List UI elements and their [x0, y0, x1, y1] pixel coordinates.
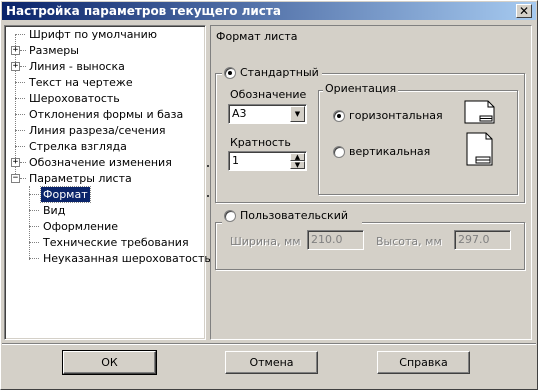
portrait-sheet-icon — [464, 132, 496, 166]
bottom-separator — [2, 343, 536, 345]
expand-plus-icon[interactable]: + — [11, 158, 20, 167]
format-panel: Формат листа Стандартный Обозначение А3 … — [210, 25, 532, 340]
tree-item-label: Оформление — [43, 220, 118, 233]
horizontal-radio[interactable]: горизонтальная — [331, 108, 461, 124]
spin-up-icon[interactable]: ▲ — [290, 153, 305, 161]
tree-item-label: Технические требования — [43, 236, 189, 249]
tree-item-label: Размеры — [29, 44, 79, 57]
section-title: Формат листа — [216, 30, 298, 43]
spin-down-icon[interactable]: ▼ — [290, 161, 305, 169]
tree-item-label: Формат — [40, 186, 91, 203]
tree-item-label: Линия разреза/сечения — [29, 124, 166, 137]
tree-item-label: Линия - выноска — [29, 60, 125, 73]
tree-item-label: Шрифт по умолчанию — [29, 28, 158, 41]
height-field[interactable]: 297.0 — [454, 230, 511, 250]
ok-button[interactable]: ОК — [62, 350, 157, 375]
radio-dot-icon — [228, 71, 232, 75]
tree-line — [29, 210, 39, 211]
settings-tree[interactable]: Шрифт по умолчанию + Размеры + Линия - в… — [4, 25, 211, 340]
landscape-sheet-icon — [464, 98, 496, 126]
tree-line — [15, 114, 25, 115]
designation-label: Обозначение — [230, 88, 307, 101]
tree-line — [15, 34, 25, 35]
window-title: Настройка параметров текущего листа — [6, 4, 281, 18]
custom-radio[interactable]: Пользовательский — [222, 208, 362, 224]
tree-line — [20, 178, 26, 179]
cancel-button[interactable]: Отмена — [225, 351, 318, 374]
close-icon: ✕ — [518, 4, 530, 18]
splitter-grip — [207, 195, 209, 197]
tree-line — [15, 130, 25, 131]
tree-line — [15, 82, 25, 83]
standard-label: Стандартный — [240, 66, 319, 79]
width-label: Ширина, мм — [230, 235, 301, 248]
multiplicity-spinner[interactable]: 1 ▲ ▼ — [228, 151, 307, 171]
expand-plus-icon[interactable]: + — [11, 62, 20, 71]
tree-item-label: Неуказанная шероховатость — [43, 252, 211, 265]
tree-line — [15, 98, 25, 99]
multiplicity-label: Кратность — [230, 136, 291, 149]
tree-item-label: Вид — [43, 204, 66, 217]
close-button[interactable]: ✕ — [516, 4, 532, 18]
orientation-label: Ориентация — [323, 82, 399, 95]
tree-line — [20, 66, 26, 67]
horizontal-label: горизонтальная — [349, 109, 443, 122]
standard-radio-button[interactable] — [224, 67, 236, 79]
custom-label: Пользовательский — [240, 209, 348, 222]
help-button[interactable]: Справка — [377, 351, 470, 374]
horizontal-radio-button[interactable] — [333, 110, 345, 122]
chevron-down-icon[interactable]: ▼ — [290, 106, 305, 122]
tree-line — [29, 226, 39, 227]
width-field[interactable]: 210.0 — [307, 230, 364, 250]
splitter-grip — [207, 165, 209, 167]
tree-line — [29, 194, 39, 195]
tree-item-label: Шероховатость — [29, 92, 120, 105]
vertical-label: вертикальная — [349, 145, 431, 158]
expand-plus-icon[interactable]: + — [11, 46, 20, 55]
radio-dot-icon — [337, 114, 341, 118]
tree-line — [15, 146, 25, 147]
tree-item-label: Параметры листа — [29, 172, 132, 185]
vertical-radio[interactable]: вертикальная — [331, 144, 461, 160]
tree-line — [20, 162, 26, 163]
custom-radio-button[interactable] — [224, 210, 236, 222]
tree-line — [20, 50, 26, 51]
tree-item-label: Стрелка взгляда — [29, 140, 127, 153]
collapse-minus-icon[interactable]: − — [11, 174, 20, 183]
tree-line — [29, 258, 39, 259]
tree-line — [29, 186, 30, 260]
standard-radio[interactable]: Стандартный — [222, 65, 322, 81]
tree-item-label: Обозначение изменения — [29, 156, 172, 169]
tree-item-label: Отклонения формы и база — [29, 108, 184, 121]
title-bar[interactable]: Настройка параметров текущего листа ✕ — [2, 2, 536, 20]
height-label: Высота, мм — [376, 235, 442, 248]
designation-select[interactable]: А3 ▼ — [228, 104, 307, 124]
vertical-radio-button[interactable] — [333, 146, 345, 158]
tree-item-label: Текст на чертеже — [29, 76, 133, 89]
tree-line — [29, 242, 39, 243]
